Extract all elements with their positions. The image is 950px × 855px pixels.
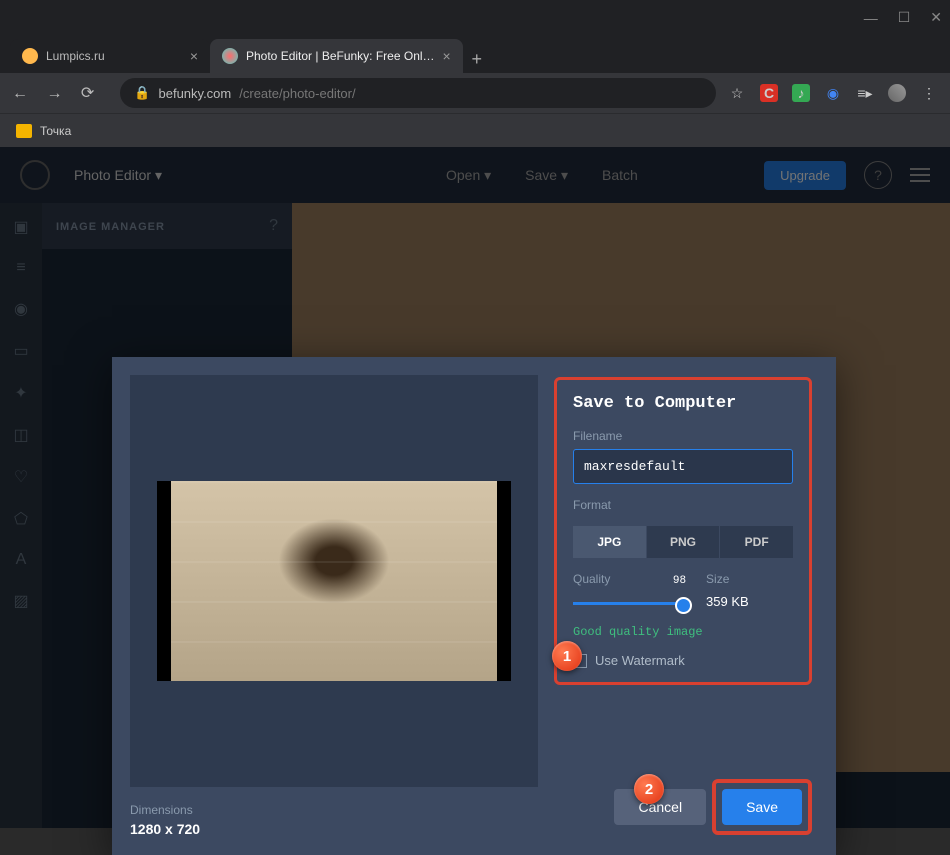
extension-icon[interactable]: ◉ [824, 84, 842, 102]
bookmark-item[interactable]: Точка [40, 124, 71, 138]
tab-title: Lumpics.ru [46, 49, 105, 63]
dimensions-value: 1280 x 720 [130, 821, 538, 837]
save-dialog: Dimensions 1280 x 720 Save to Computer F… [112, 357, 836, 855]
browser-tab-befunky[interactable]: Photo Editor | BeFunky: Free Onl… × [210, 39, 463, 73]
reload-button[interactable]: ⟳ [81, 85, 94, 102]
close-tab-icon[interactable]: × [190, 48, 198, 64]
url-host: befunky.com [159, 86, 232, 101]
format-png-button[interactable]: PNG [647, 526, 721, 558]
format-label: Format [573, 498, 793, 512]
extension-icon[interactable]: C [760, 84, 778, 102]
favicon-icon [222, 48, 238, 64]
size-value: 359 KB [706, 594, 793, 609]
browser-tab-lumpics[interactable]: Lumpics.ru × [10, 39, 210, 73]
back-button[interactable]: ← [12, 85, 28, 102]
tab-title: Photo Editor | BeFunky: Free Onl… [246, 49, 435, 63]
settings-highlight: Save to Computer Filename Format JPG PNG… [554, 377, 812, 685]
star-icon[interactable]: ☆ [728, 84, 746, 102]
browser-tabstrip: Lumpics.ru × Photo Editor | BeFunky: Fre… [0, 35, 950, 73]
save-highlight: Save [712, 779, 812, 835]
quality-slider[interactable] [573, 602, 686, 605]
url-path: /create/photo-editor/ [239, 86, 355, 101]
dimensions-label: Dimensions [130, 803, 538, 817]
annotation-callout-1: 1 [552, 641, 582, 671]
save-button[interactable]: Save [722, 789, 802, 825]
lock-icon: 🔒 [134, 85, 150, 101]
app-content: Photo Editor ▾ Open ▾ Save ▾ Batch Upgra… [0, 147, 950, 828]
folder-icon [16, 124, 32, 138]
close-window-button[interactable]: ✕ [930, 9, 942, 26]
favicon-icon [22, 48, 38, 64]
preview-image [157, 481, 511, 681]
quality-label: Quality [573, 572, 610, 586]
quality-message: Good quality image [573, 625, 793, 639]
format-jpg-button[interactable]: JPG [573, 526, 647, 558]
bookmarks-bar: Точка [0, 113, 950, 147]
forward-button[interactable]: → [46, 85, 62, 102]
filename-input[interactable] [573, 449, 793, 484]
format-pdf-button[interactable]: PDF [720, 526, 793, 558]
maximize-button[interactable]: ☐ [898, 9, 911, 26]
browser-addressbar: ← → ⟳ 🔒 befunky.com/create/photo-editor/… [0, 73, 950, 113]
menu-icon[interactable]: ⋮ [920, 84, 938, 102]
profile-avatar[interactable] [888, 84, 906, 102]
size-label: Size [706, 572, 793, 586]
minimize-button[interactable]: — [864, 10, 878, 26]
watermark-label: Use Watermark [595, 653, 685, 668]
dialog-title: Save to Computer [573, 394, 793, 413]
new-tab-button[interactable]: + [463, 45, 491, 73]
annotation-callout-2: 2 [634, 774, 664, 804]
extension-icon[interactable]: ♪ [792, 84, 810, 102]
url-input[interactable]: 🔒 befunky.com/create/photo-editor/ [120, 78, 716, 108]
quality-value: 98 [673, 575, 686, 587]
close-tab-icon[interactable]: × [443, 48, 451, 64]
reading-list-icon[interactable]: ≡▸ [856, 84, 874, 102]
preview-box [130, 375, 538, 787]
window-titlebar: — ☐ ✕ [0, 0, 950, 35]
filename-label: Filename [573, 429, 793, 443]
